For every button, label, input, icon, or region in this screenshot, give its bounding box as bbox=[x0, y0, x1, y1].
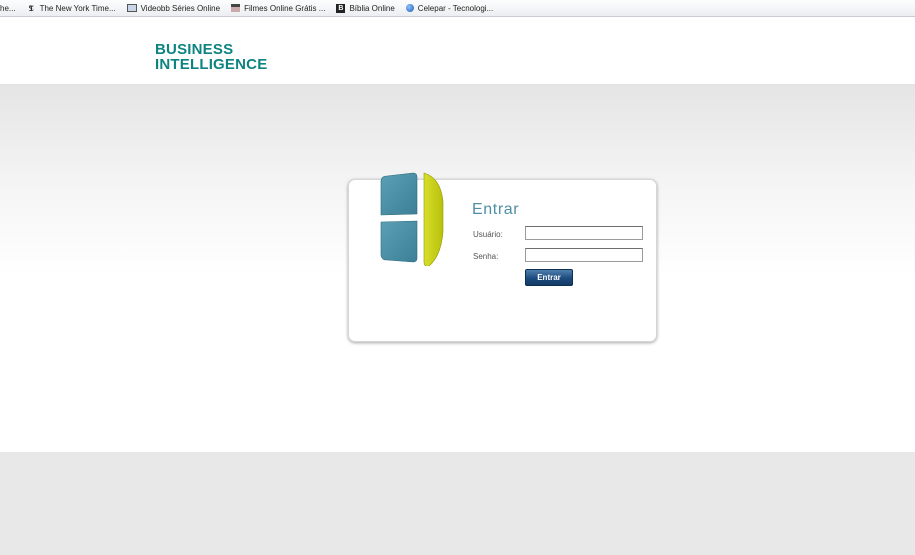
film-icon bbox=[126, 4, 137, 12]
username-label: Usuário: bbox=[473, 230, 503, 239]
bookmark-videobb[interactable]: Videobb Séries Online bbox=[126, 3, 221, 13]
site-header: BUSINESS INTELLIGENCE bbox=[0, 17, 915, 85]
brand-logo[interactable]: BUSINESS INTELLIGENCE bbox=[155, 42, 267, 72]
footer-band bbox=[0, 452, 915, 555]
username-input[interactable] bbox=[525, 226, 643, 240]
globe-icon bbox=[405, 4, 414, 12]
brand-line-1: BUSINESS bbox=[155, 41, 234, 58]
bookmark-label: Celepar - Tecnologi... bbox=[417, 3, 494, 13]
bookmark-label: Filmes Online Grátis ... bbox=[244, 3, 326, 13]
login-title: Entrar bbox=[472, 201, 520, 218]
bookmark-nyt[interactable]: 𝕿 The New York Time... bbox=[27, 2, 116, 13]
bookmark-label: Bíblia Online bbox=[349, 3, 395, 13]
password-input[interactable] bbox=[525, 248, 643, 262]
brand-line-2: INTELLIGENCE bbox=[155, 56, 268, 73]
bookmark-biblia[interactable]: B Bíblia Online bbox=[336, 3, 395, 13]
bookmark-partial[interactable]: che... bbox=[0, 4, 16, 13]
bookmark-celepar[interactable]: Celepar - Tecnologi... bbox=[405, 3, 494, 13]
bookmark-label: che... bbox=[0, 3, 16, 13]
bible-icon: B bbox=[336, 3, 346, 13]
password-label: Senha: bbox=[473, 252, 499, 261]
clapper-icon bbox=[231, 4, 241, 12]
bookmark-filmes[interactable]: Filmes Online Grátis ... bbox=[231, 4, 325, 13]
nyt-icon: 𝕿 bbox=[28, 2, 34, 13]
bookmarks-bar: che... 𝕿 The New York Time... Videobb Sé… bbox=[0, 0, 915, 17]
login-card: Entrar Usuário: Senha: Entrar bbox=[348, 172, 657, 342]
bookmark-label: Videobb Séries Online bbox=[140, 3, 221, 13]
bookmark-label: The New York Time... bbox=[39, 3, 116, 13]
bi-logo-icon bbox=[380, 172, 444, 266]
login-submit-button[interactable]: Entrar bbox=[525, 269, 573, 286]
